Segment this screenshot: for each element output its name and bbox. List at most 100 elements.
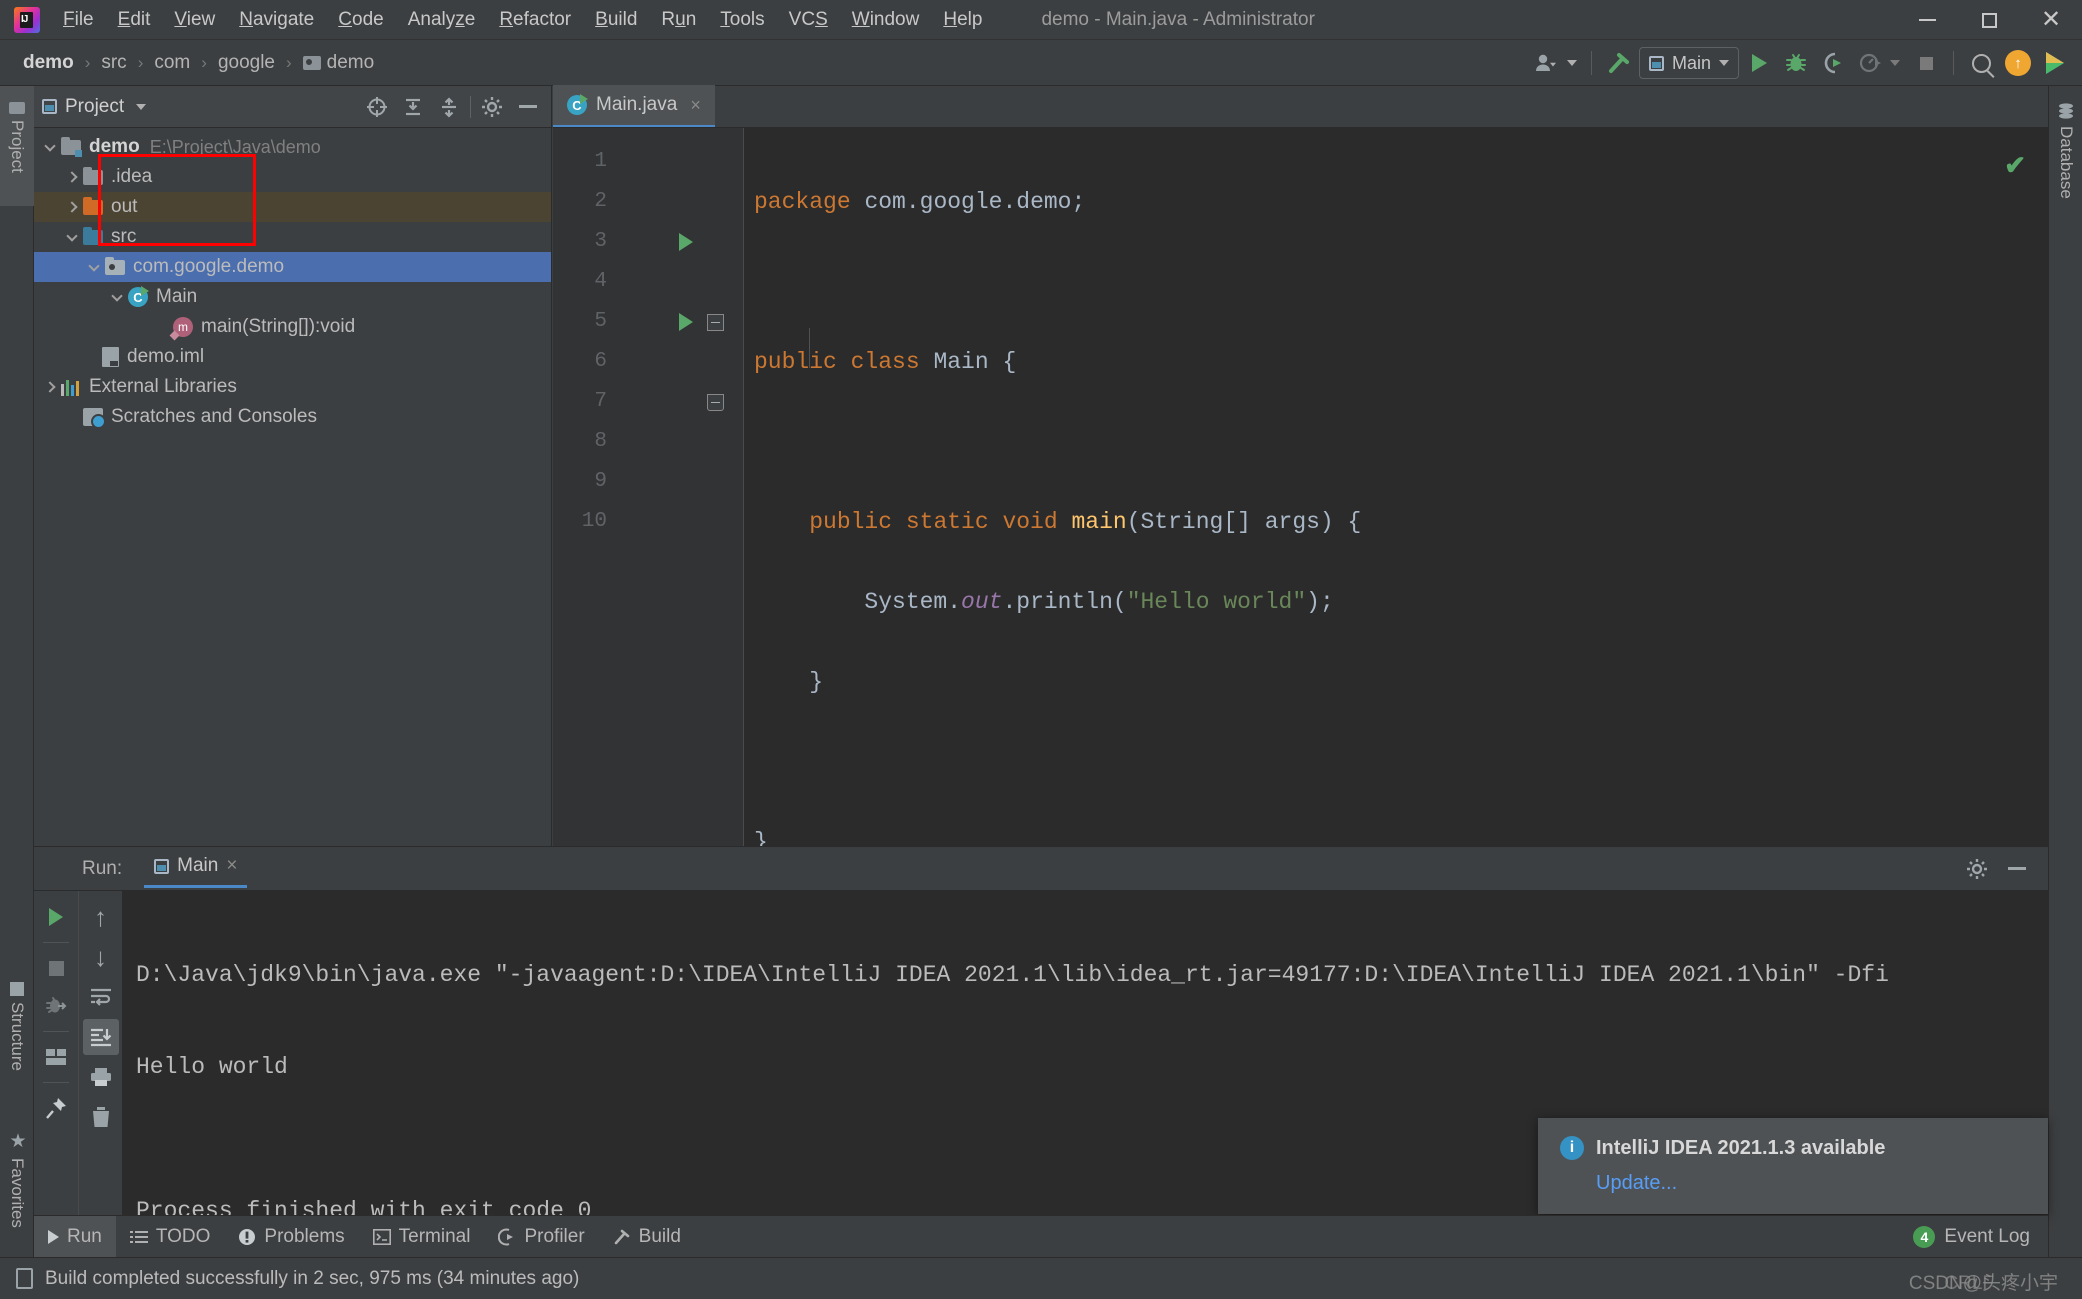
module-folder-icon	[61, 140, 81, 155]
java-class-runnable-icon: C	[567, 95, 587, 115]
select-opened-file-icon[interactable]	[362, 92, 392, 122]
idea-feedback-icon[interactable]	[2038, 46, 2072, 80]
clear-all-icon[interactable]	[83, 1099, 119, 1135]
stop-icon[interactable]	[38, 950, 74, 986]
breadcrumb-item-demo[interactable]: demo	[18, 50, 79, 76]
chevron-right-icon[interactable]	[64, 169, 80, 185]
code-text[interactable]: package com.google.demo; public class Ma…	[743, 128, 2048, 846]
bottom-tab-problems[interactable]: Problems	[224, 1216, 358, 1258]
notification-update-link[interactable]: Update...	[1596, 1172, 2026, 1195]
inspection-status-icon[interactable]: ✔	[2004, 150, 2026, 181]
code-line-2	[754, 262, 2048, 302]
menu-edit[interactable]: Edit	[107, 4, 162, 36]
run-line-marker-icon[interactable]	[679, 233, 693, 251]
chevron-down-icon[interactable]	[136, 104, 146, 110]
expand-all-icon[interactable]	[398, 92, 428, 122]
stop-debugger-icon[interactable]	[38, 988, 74, 1024]
event-log-area[interactable]: 4 Event Log	[1913, 1226, 2048, 1248]
settings-gear-icon[interactable]	[1962, 854, 1992, 884]
tree-node-out[interactable]: out	[34, 192, 551, 222]
maximize-button[interactable]	[1958, 0, 2020, 40]
bottom-tab-run[interactable]: Run	[34, 1216, 116, 1258]
profile-icon[interactable]	[1853, 46, 1887, 80]
soft-wrap-icon[interactable]	[83, 979, 119, 1015]
run-tab-main[interactable]: Main ×	[144, 849, 247, 888]
tree-node-demo[interactable]: demo E:\Project\Java\demo	[34, 132, 551, 162]
stop-icon[interactable]	[1909, 46, 1943, 80]
tree-node-src[interactable]: src	[34, 222, 551, 252]
breadcrumb-item-src[interactable]: src	[96, 50, 131, 76]
profile-dropdown-icon[interactable]	[1890, 60, 1900, 66]
breadcrumb-item-demo-package[interactable]: demo	[298, 50, 380, 76]
hammer-build-icon[interactable]	[1602, 46, 1636, 80]
menu-file[interactable]: File	[52, 4, 105, 36]
menu-refactor[interactable]: Refactor	[488, 4, 582, 36]
editor-tab-main-java[interactable]: C Main.java ×	[553, 85, 715, 127]
run-line-marker-icon[interactable]	[679, 313, 693, 331]
chevron-right-icon[interactable]	[42, 379, 58, 395]
tree-node-scratches-label: Scratches and Consoles	[111, 406, 317, 428]
layout-icon[interactable]	[38, 1039, 74, 1075]
menu-code[interactable]: Code	[327, 4, 394, 36]
bottom-tab-profiler[interactable]: Profiler	[484, 1216, 598, 1258]
menu-vcs[interactable]: VCS	[778, 4, 839, 36]
settings-gear-icon[interactable]	[477, 92, 507, 122]
hide-icon[interactable]	[2002, 854, 2032, 884]
breadcrumb-separator: ›	[197, 53, 211, 73]
search-everywhere-icon[interactable]	[1964, 46, 1998, 80]
update-icon[interactable]: ↑	[2001, 46, 2035, 80]
editor-scrollbar[interactable]	[2032, 128, 2048, 846]
sidebar-item-project[interactable]: Project	[0, 86, 34, 206]
menu-navigate[interactable]: Navigate	[228, 4, 325, 36]
breadcrumb-item-google[interactable]: google	[213, 50, 280, 76]
up-arrow-icon[interactable]: ↑	[83, 899, 119, 935]
menu-build[interactable]: Build	[584, 4, 648, 36]
tree-node-main-method[interactable]: m main(String[]):void	[34, 312, 551, 342]
fold-region-close-icon[interactable]	[707, 394, 724, 411]
menu-analyze[interactable]: Analyze	[397, 4, 487, 36]
bottom-tab-todo[interactable]: TODO	[116, 1216, 225, 1258]
close-icon[interactable]: ×	[690, 95, 701, 116]
close-icon[interactable]: ×	[226, 855, 237, 877]
tree-node-package[interactable]: com.google.demo	[34, 252, 551, 282]
chevron-down-icon[interactable]	[109, 289, 125, 305]
tree-node-external-libraries[interactable]: External Libraries	[34, 372, 551, 402]
code-editor[interactable]: 1 2 3 4 5 6 7 8 9 10 package com.google.…	[553, 128, 2048, 846]
run-icon[interactable]	[1742, 46, 1776, 80]
sidebar-item-favorites[interactable]: ★ Favorites	[0, 1116, 34, 1251]
tree-node-iml[interactable]: demo.iml	[34, 342, 551, 372]
debug-icon[interactable]	[1779, 46, 1813, 80]
chevron-right-icon[interactable]	[64, 199, 80, 215]
bottom-tab-terminal[interactable]: Terminal	[359, 1216, 485, 1258]
menu-help[interactable]: Help	[932, 4, 993, 36]
run-panel-label: Run:	[82, 858, 122, 880]
chevron-down-icon[interactable]	[42, 139, 58, 155]
hide-icon[interactable]	[513, 92, 543, 122]
rerun-icon[interactable]	[38, 899, 74, 935]
pin-tab-icon[interactable]	[38, 1090, 74, 1126]
fold-region-open-icon[interactable]	[707, 314, 724, 331]
tree-node-main-class[interactable]: C Main	[34, 282, 551, 312]
avatar-dropdown-icon[interactable]	[1567, 60, 1577, 66]
close-button[interactable]: ✕	[2020, 0, 2082, 40]
sidebar-item-structure[interactable]: Structure	[0, 966, 34, 1096]
menu-tools[interactable]: Tools	[709, 4, 775, 36]
run-with-coverage-icon[interactable]	[1816, 46, 1850, 80]
run-configuration-selector[interactable]: Main	[1639, 47, 1739, 79]
menu-view[interactable]: View	[163, 4, 226, 36]
user-avatar-icon[interactable]	[1530, 46, 1564, 80]
menu-window[interactable]: Window	[841, 4, 931, 36]
print-icon[interactable]	[83, 1059, 119, 1095]
collapse-all-icon[interactable]	[434, 92, 464, 122]
bottom-tab-build[interactable]: Build	[599, 1216, 695, 1258]
chevron-down-icon[interactable]	[64, 229, 80, 245]
breadcrumb-item-com[interactable]: com	[149, 50, 195, 76]
chevron-down-icon[interactable]	[86, 259, 102, 275]
tree-node-scratches[interactable]: Scratches and Consoles	[34, 402, 551, 432]
sidebar-item-database[interactable]: Database	[2049, 86, 2082, 236]
down-arrow-icon[interactable]: ↓	[83, 939, 119, 975]
tree-node-idea[interactable]: .idea	[34, 162, 551, 192]
scroll-to-end-icon[interactable]	[83, 1019, 119, 1055]
minimize-button[interactable]	[1896, 0, 1958, 40]
menu-run[interactable]: Run	[650, 4, 707, 36]
